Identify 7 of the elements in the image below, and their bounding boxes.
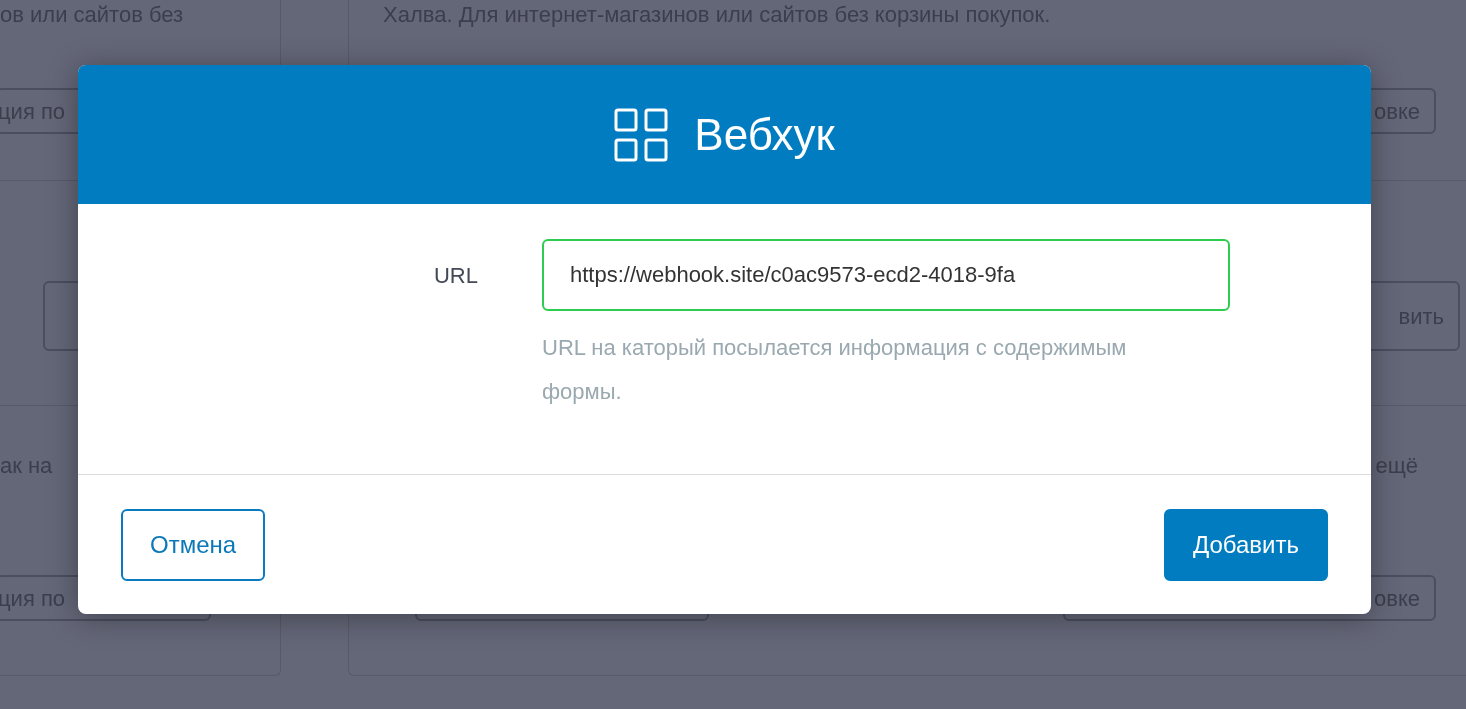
field-hint: URL на каторый посылается информация с содержимым формы. <box>542 334 1128 406</box>
url-field[interactable]: https://webhook.site/c0ac9573-ecd2-4018-9fa <box>542 239 1230 311</box>
field-label: URL <box>433 262 478 290</box>
add-button[interactable]: Добавить <box>1163 508 1328 581</box>
grid-icon <box>614 107 669 162</box>
cancel-button[interactable]: Отмена <box>121 508 266 581</box>
dialog-title: Вебхук <box>694 108 835 161</box>
